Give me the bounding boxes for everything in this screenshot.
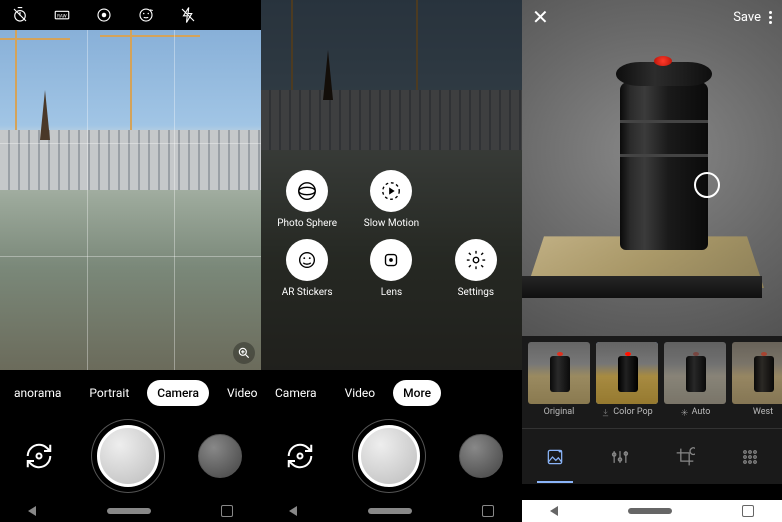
camera-mode-tabs: Camera Video More [261, 375, 522, 411]
camera-more-menu-screen: Photo Sphere Slow Motion AR Stickers Len… [261, 0, 522, 522]
tab-adjust-icon[interactable] [608, 445, 632, 469]
more-settings[interactable]: Settings [434, 239, 518, 298]
camera-mode-tabs: anorama Portrait Camera Video More [0, 375, 261, 411]
grid-line [0, 256, 261, 257]
filter-label: Original [544, 407, 575, 417]
nav-back-icon[interactable] [550, 506, 558, 516]
more-ar-stickers[interactable]: AR Stickers [265, 239, 349, 298]
shutter-bar [261, 412, 522, 500]
filter-original[interactable]: Original [528, 342, 590, 424]
shutter-button[interactable] [97, 425, 159, 487]
shutter-button[interactable] [358, 425, 420, 487]
grid-line [174, 30, 175, 370]
camera-viewfinder-dimmed: Photo Sphere Slow Motion AR Stickers Len… [261, 0, 522, 370]
nav-home-pill[interactable] [368, 508, 412, 514]
download-icon [601, 408, 610, 417]
zoom-icon[interactable] [233, 342, 255, 364]
more-lens[interactable]: Lens [349, 239, 433, 298]
save-button[interactable]: Save [733, 10, 761, 25]
system-nav-bar [522, 500, 782, 522]
timer-off-icon[interactable] [10, 5, 30, 25]
filter-label: Color Pop [601, 407, 652, 417]
photo-editor-screen: ✕ Save Original Color Pop Auto [522, 0, 782, 522]
face-retouch-icon[interactable] [136, 5, 156, 25]
editor-preview[interactable]: ✕ Save [522, 0, 782, 336]
camera-viewfinder[interactable] [0, 30, 261, 370]
filter-strip[interactable]: Original Color Pop Auto West [522, 336, 782, 428]
editor-top-bar: ✕ Save [522, 0, 782, 34]
editor-bottom-tabs [522, 428, 782, 484]
nav-home-pill[interactable] [107, 508, 151, 514]
overflow-menu-icon[interactable] [769, 11, 772, 24]
grid-line [87, 30, 88, 370]
mode-panorama[interactable]: anorama [4, 380, 71, 406]
mode-portrait[interactable]: Portrait [79, 380, 139, 406]
focus-circle-icon[interactable] [694, 172, 720, 198]
filter-auto[interactable]: Auto [664, 342, 726, 424]
nav-recent-icon[interactable] [221, 505, 233, 517]
tab-filters-icon[interactable] [543, 445, 567, 469]
gallery-thumbnail[interactable] [459, 434, 503, 478]
filter-color-pop[interactable]: Color Pop [596, 342, 658, 424]
system-nav-bar [261, 500, 522, 522]
nav-recent-icon[interactable] [742, 505, 754, 517]
camera-viewfinder-screen: RAW anorama Portrait Camera Video More [0, 0, 261, 522]
tab-markup-icon[interactable] [738, 445, 762, 469]
motion-icon[interactable] [94, 5, 114, 25]
top-controls-bar: RAW [0, 0, 261, 30]
svg-text:RAW: RAW [57, 13, 67, 19]
mode-camera[interactable]: Camera [147, 380, 209, 406]
more-options-grid: Photo Sphere Slow Motion AR Stickers Len… [261, 170, 522, 298]
tab-crop-icon[interactable] [673, 445, 697, 469]
flash-off-icon[interactable] [178, 5, 198, 25]
system-nav-bar [0, 500, 261, 522]
filter-label: West [753, 407, 773, 417]
flip-camera-icon[interactable] [19, 436, 59, 476]
mode-video[interactable]: Video [335, 380, 386, 406]
grid-line [0, 143, 261, 144]
close-icon[interactable]: ✕ [532, 5, 549, 29]
more-photo-sphere[interactable]: Photo Sphere [265, 170, 349, 229]
filter-label: Auto [680, 407, 711, 417]
mode-more[interactable]: More [393, 380, 441, 406]
flip-camera-icon[interactable] [280, 436, 320, 476]
more-slow-motion[interactable]: Slow Motion [349, 170, 433, 229]
sparkle-icon [680, 408, 689, 417]
raw-icon[interactable]: RAW [52, 5, 72, 25]
shutter-bar [0, 412, 261, 500]
nav-home-pill[interactable] [628, 508, 672, 514]
filter-west[interactable]: West [732, 342, 782, 424]
mode-camera[interactable]: Camera [265, 380, 327, 406]
nav-back-icon[interactable] [289, 506, 297, 516]
mode-video[interactable]: Video [217, 380, 268, 406]
nav-recent-icon[interactable] [482, 505, 494, 517]
gallery-thumbnail[interactable] [198, 434, 242, 478]
nav-back-icon[interactable] [28, 506, 36, 516]
